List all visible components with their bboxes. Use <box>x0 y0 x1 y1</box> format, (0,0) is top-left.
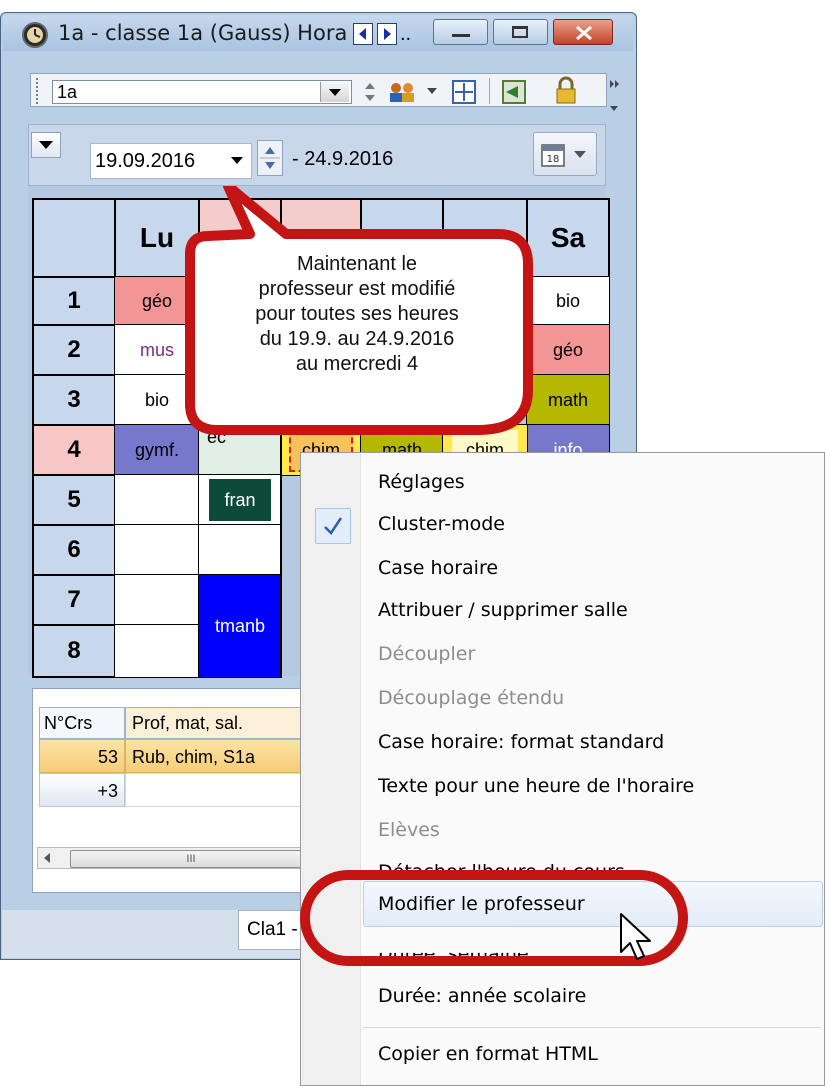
scrollbar-thumb[interactable]: III <box>70 850 312 868</box>
row-info-53[interactable]: Rub, chim, S1a <box>125 739 309 773</box>
row-info-empty[interactable] <box>125 773 309 807</box>
next-button[interactable] <box>377 23 397 45</box>
date-to: - 24.9.2016 <box>292 148 394 170</box>
menu-item-duree-annee[interactable]: Durée: année scolaire <box>378 985 586 1007</box>
mouse-cursor-icon <box>620 913 651 960</box>
col-header-info[interactable]: Prof, mat, sal. <box>125 707 309 739</box>
toolbar-grip[interactable] <box>36 78 42 104</box>
chevron-down-icon <box>39 141 53 149</box>
checkmark-frame <box>315 508 351 544</box>
callout-line-2: professeur est modifié <box>258 278 456 300</box>
period-1: 1 <box>32 276 116 326</box>
period-3: 3 <box>32 374 116 426</box>
lesson-ma-5[interactable]: fran <box>209 479 271 521</box>
export-icon[interactable] <box>500 78 530 106</box>
chevron-down-icon[interactable] <box>320 82 349 102</box>
menu-item-format-standard[interactable]: Case horaire: format standard <box>378 731 664 753</box>
empty-ma-6[interactable] <box>198 524 282 576</box>
chevron-down-icon[interactable] <box>229 154 245 168</box>
context-menu: Réglages Cluster-mode Case horaire Attri… <box>300 452 825 1086</box>
title-ellipsis: .. <box>400 23 412 45</box>
menu-icon-gutter <box>301 453 361 1085</box>
period-7: 7 <box>32 574 116 626</box>
date-spinner[interactable] <box>257 140 283 176</box>
callout-line-4: du 19.9. au 24.9.2016 <box>259 328 455 350</box>
spinner-icon[interactable] <box>360 80 380 104</box>
lesson-ma-7[interactable]: tmanb <box>198 574 282 678</box>
grid-corner <box>32 198 116 278</box>
maximize-button[interactable] <box>493 19 548 45</box>
date-from: 19.09.2016 <box>95 150 196 172</box>
calendar-button[interactable]: 18 <box>533 132 597 176</box>
row-number-more[interactable]: +3 <box>39 773 125 807</box>
horizontal-scrollbar[interactable]: III <box>37 847 327 869</box>
class-selector[interactable]: 1a <box>52 80 352 104</box>
period-4: 4 <box>32 424 116 476</box>
menu-separator <box>363 1027 821 1028</box>
class-selector-value: 1a <box>57 82 78 102</box>
callout-line-5: au mercredi 4 <box>295 353 419 375</box>
prev-button[interactable] <box>353 23 373 45</box>
empty-lu-5-8[interactable] <box>114 474 200 678</box>
callout-bubble: Maintenant le professeur est modifié pou… <box>178 186 548 456</box>
period-8: 8 <box>32 624 116 678</box>
lesson-ma-5-cell[interactable]: fran <box>198 474 282 526</box>
window-title: 1a - classe 1a (Gauss) Hora <box>58 21 348 45</box>
title-bar[interactable]: 1a - classe 1a (Gauss) Hora .. <box>3 15 633 51</box>
period-5: 5 <box>32 474 116 526</box>
period-2: 2 <box>32 324 116 376</box>
toolbar-overflow[interactable] <box>606 76 622 116</box>
chevron-left-icon[interactable] <box>42 852 52 864</box>
teachers-icon[interactable] <box>387 80 421 104</box>
menu-item-reglages[interactable]: Réglages <box>378 471 465 493</box>
col-header-number[interactable]: N°Crs <box>39 707 125 739</box>
chevron-down-icon[interactable] <box>425 86 439 98</box>
checkmark-icon <box>324 517 343 535</box>
menu-item-eleves[interactable]: Elèves <box>378 819 440 841</box>
status-tab-class[interactable]: Cla1 - <box>238 910 308 950</box>
grid-move-icon[interactable] <box>450 78 478 106</box>
chevron-down-icon <box>574 151 586 158</box>
lock-icon[interactable] <box>552 76 580 106</box>
date-picker[interactable]: 19.09.2016 <box>90 143 252 179</box>
row-number-53[interactable]: 53 <box>39 739 125 773</box>
minimize-button[interactable] <box>433 19 488 45</box>
menu-item-texte-heure[interactable]: Texte pour une heure de l'horaire <box>378 775 694 797</box>
menu-item-copier-html[interactable]: Copier en format HTML <box>378 1043 598 1065</box>
close-button[interactable] <box>553 19 613 45</box>
menu-dropdown-button[interactable] <box>31 132 61 158</box>
close-icon <box>576 25 592 41</box>
menu-item-decouplage-etendu[interactable]: Découplage étendu <box>378 687 564 709</box>
calendar-icon: 18 <box>541 144 565 167</box>
menu-item-cluster-mode[interactable]: Cluster-mode <box>378 513 505 535</box>
clock-icon <box>22 22 48 48</box>
period-6: 6 <box>32 524 116 576</box>
menu-item-attribuer-salle[interactable]: Attribuer / supprimer salle <box>378 599 628 621</box>
menu-item-decoupler[interactable]: Découpler <box>378 643 475 665</box>
callout-line-1: Maintenant le <box>296 253 418 275</box>
callout-line-3: pour toutes ses heures <box>255 303 459 325</box>
menu-item-case-horaire[interactable]: Case horaire <box>378 557 498 579</box>
svg-text:18: 18 <box>547 154 560 165</box>
